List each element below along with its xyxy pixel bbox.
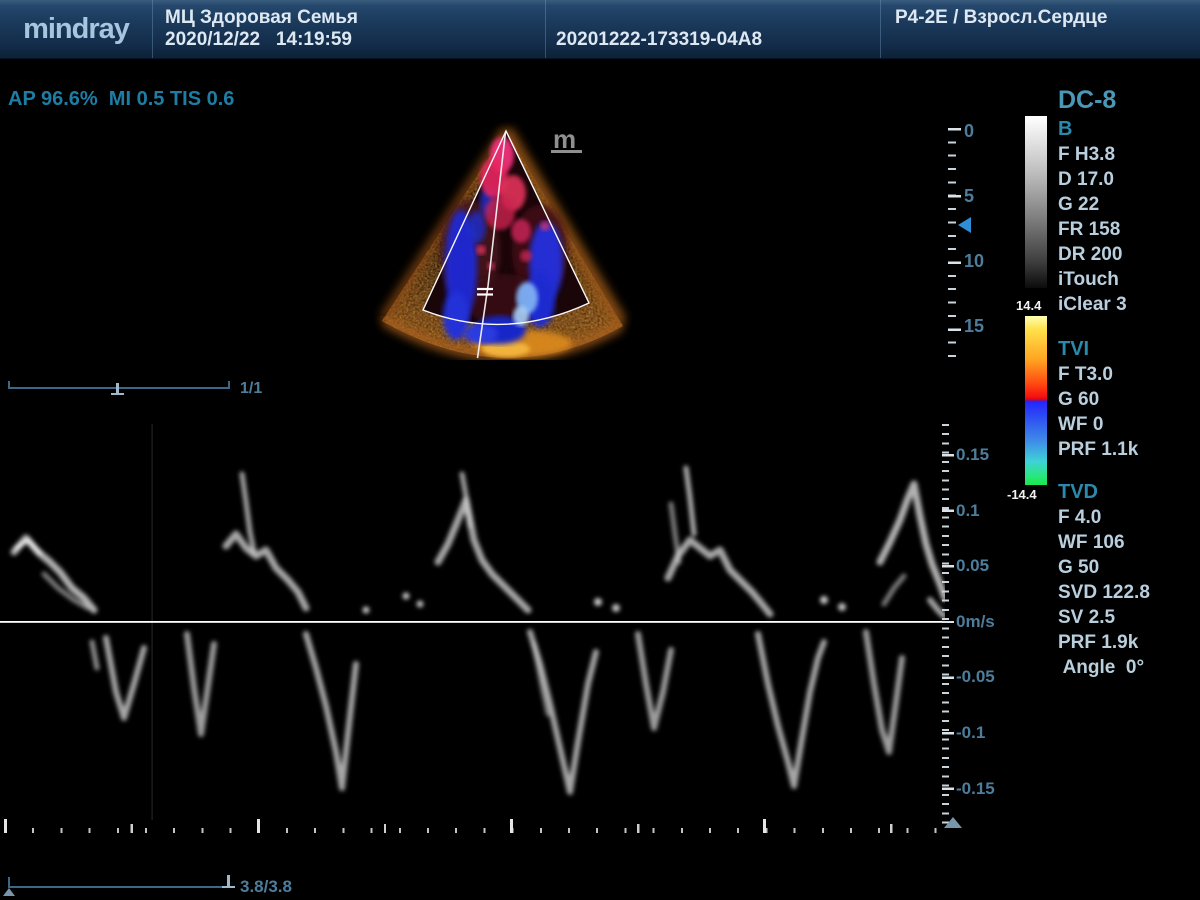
depth-label: 10 — [964, 251, 984, 271]
focus-marker-icon[interactable] — [958, 217, 971, 233]
m-marker: m — [551, 124, 582, 154]
velocity-label: 0.1 — [956, 501, 995, 521]
depth-label: 5 — [964, 186, 984, 206]
spectral-display — [0, 420, 945, 832]
probe-cell: P4-2E / Взросл.Сердце — [880, 0, 1200, 58]
tvd-param: G 50 — [1058, 555, 1200, 580]
tvd-param: SVD 122.8 — [1058, 580, 1200, 605]
cine-track-end-cap — [228, 381, 230, 388]
tvd-section-title: TVD — [1058, 479, 1200, 505]
b-param: iTouch — [1058, 267, 1200, 292]
depth-label: 15 — [964, 316, 984, 336]
tvd-param: WF 106 — [1058, 530, 1200, 555]
depth-ruler-major-ticks — [948, 128, 961, 340]
cine-track — [8, 387, 230, 389]
b-param: F H3.8 — [1058, 142, 1200, 167]
hospital-cell: МЦ Здоровая Семья 2020/12/22 14:19:59 — [152, 0, 545, 58]
b-param: FR 158 — [1058, 217, 1200, 242]
sweep-track — [8, 886, 230, 888]
tvi-param: WF 0 — [1058, 412, 1200, 437]
b-params: F H3.8D 17.0G 22FR 158DR 200iTouchiClear… — [1058, 142, 1200, 317]
tvi-section-title: TVI — [1058, 336, 1200, 362]
b-mode-image: m — [360, 110, 680, 380]
b-param: G 22 — [1058, 192, 1200, 217]
b-param: DR 200 — [1058, 242, 1200, 267]
velocity-label: -0.15 — [956, 779, 995, 799]
tvi-param: G 60 — [1058, 387, 1200, 412]
sweep-time-indicator: 3.8/3.8 — [240, 877, 292, 897]
grayscale-bar — [1025, 116, 1047, 288]
probe-preset: P4-2E / Взросл.Сердце — [895, 7, 1200, 29]
brand-logo: mindray — [23, 13, 129, 46]
exam-id: 20201222-173319-04A8 — [556, 29, 762, 51]
tvi-colorbar — [1025, 316, 1047, 485]
exam-datetime: 2020/12/22 14:19:59 — [165, 29, 545, 51]
sweep-track-start-cap — [8, 877, 10, 886]
sweep-start-marker-icon — [3, 888, 15, 896]
tvi-param: F T3.0 — [1058, 362, 1200, 387]
spectral-trace — [14, 468, 945, 792]
tvd-param: F 4.0 — [1058, 505, 1200, 530]
velocity-label: 0.05 — [956, 556, 995, 576]
tvi-param: PRF 1.1k — [1058, 437, 1200, 462]
system-model: DC-8 — [1058, 86, 1200, 116]
cine-page-indicator: 1/1 — [240, 380, 262, 398]
b-section-title: B — [1058, 116, 1200, 142]
velocity-label: -0.1 — [956, 723, 995, 743]
b-param: D 17.0 — [1058, 167, 1200, 192]
tvd-param: PRF 1.9k — [1058, 630, 1200, 655]
tvd-params: F 4.0WF 106G 50SVD 122.8SV 2.5PRF 1.9k A… — [1058, 505, 1200, 680]
velocity-label: -0.05 — [956, 667, 995, 687]
b-param: iClear 3 — [1058, 292, 1200, 317]
tvi-scale-max: 14.4 — [1016, 298, 1041, 313]
brand-logo-cell: mindray — [0, 0, 152, 58]
exam-id-cell: 20201222-173319-04A8 — [545, 0, 880, 58]
velocity-label: 0.15 — [956, 445, 995, 465]
hospital-name: МЦ Здоровая Семья — [165, 7, 545, 29]
sweep-cursor-icon[interactable] — [944, 817, 962, 828]
tvd-param: Angle 0° — [1058, 655, 1200, 680]
tvd-param: SV 2.5 — [1058, 605, 1200, 630]
tvi-params: F T3.0G 60WF 0PRF 1.1k — [1058, 362, 1200, 462]
ultrasound-screen: { "header": { "logo": "mindray", "hospit… — [0, 0, 1200, 900]
acoustic-output-readout: AP 96.6% MI 0.5 TIS 0.6 — [8, 88, 234, 111]
velocity-ruler-major-ticks — [942, 454, 954, 792]
settings-panel: DC-8 B F H3.8D 17.0G 22FR 158DR 200iTouc… — [1058, 86, 1200, 680]
svg-text:m: m — [553, 124, 576, 154]
title-bar: mindray МЦ Здоровая Семья 2020/12/22 14:… — [0, 0, 1200, 59]
time-ticks-major — [4, 819, 944, 833]
color-roi — [423, 131, 589, 344]
velocity-label: 0m/s — [956, 612, 995, 632]
depth-label: 0 — [964, 121, 984, 141]
cine-track-start-cap — [8, 381, 10, 388]
tvi-scale-min: -14.4 — [1007, 487, 1037, 502]
velocity-ruler-labels: 0.15 0.1 0.05 0m/s -0.05 -0.1 -0.15 — [956, 445, 995, 799]
baseline — [0, 621, 945, 623]
cine-handle-base[interactable] — [111, 393, 124, 395]
sweep-handle-base[interactable] — [222, 886, 235, 888]
